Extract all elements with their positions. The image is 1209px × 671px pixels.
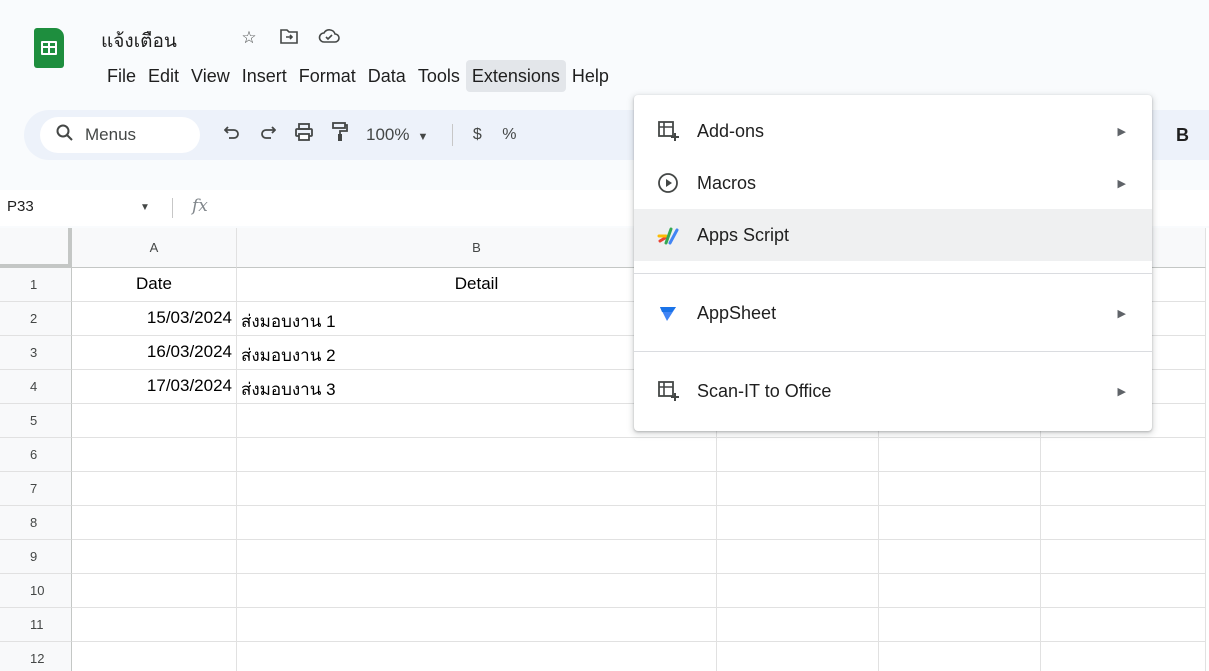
cell-a11[interactable] bbox=[72, 608, 237, 642]
cell-a12[interactable] bbox=[72, 642, 237, 671]
menu-divider bbox=[634, 351, 1152, 352]
search-icon bbox=[56, 124, 73, 146]
print-icon[interactable] bbox=[286, 123, 322, 147]
move-to-folder-icon[interactable] bbox=[278, 28, 300, 49]
row-header-6[interactable]: 6 bbox=[0, 438, 72, 472]
row-header-12[interactable]: 12 bbox=[0, 642, 72, 671]
cell-b9[interactable] bbox=[237, 540, 717, 574]
menu-item-add-ons[interactable]: Add-ons ▶ bbox=[634, 105, 1152, 157]
currency-format-button[interactable]: $ bbox=[465, 126, 489, 144]
menu-item-scan-it-to-office[interactable]: Scan-IT to Office ▶ bbox=[634, 365, 1152, 417]
name-box[interactable]: P33 bbox=[7, 198, 34, 215]
select-all-corner[interactable] bbox=[0, 228, 72, 268]
cell-b10[interactable] bbox=[237, 574, 717, 608]
star-icon[interactable]: ☆ bbox=[238, 28, 260, 49]
menu-format[interactable]: Format bbox=[293, 60, 362, 92]
chevron-down-icon: ▼ bbox=[417, 131, 429, 143]
redo-icon[interactable] bbox=[250, 124, 286, 147]
menu-edit[interactable]: Edit bbox=[142, 60, 185, 92]
fx-icon: fx bbox=[192, 196, 208, 216]
row-header-3[interactable]: 3 bbox=[0, 336, 72, 370]
cell-a3[interactable]: 16/03/2024 bbox=[72, 336, 237, 370]
menu-item-label: Scan-IT to Office bbox=[697, 380, 832, 401]
menu-view[interactable]: View bbox=[185, 60, 236, 92]
name-box-dropdown-icon[interactable]: ▼ bbox=[140, 202, 150, 213]
scan-it-addon-icon bbox=[655, 378, 681, 404]
cell-a1[interactable]: Date bbox=[72, 268, 237, 302]
formula-bar-divider bbox=[172, 198, 173, 218]
cell-a6[interactable] bbox=[72, 438, 237, 472]
cell-b6[interactable] bbox=[237, 438, 717, 472]
menu-extensions[interactable]: Extensions bbox=[465, 60, 566, 92]
submenu-arrow-icon: ▶ bbox=[1117, 385, 1126, 398]
title-actions: ☆ bbox=[238, 28, 340, 49]
menu-item-label: Add-ons bbox=[697, 120, 765, 141]
cell-a9[interactable] bbox=[72, 540, 237, 574]
menu-data[interactable]: Data bbox=[362, 60, 412, 92]
menu-item-label: Apps Script bbox=[697, 224, 790, 245]
toolbar-actions: 100% ▼ $ % bbox=[214, 110, 529, 160]
row-header-11[interactable]: 11 bbox=[0, 608, 72, 642]
toolbar-divider bbox=[452, 124, 454, 146]
submenu-arrow-icon: ▶ bbox=[1117, 307, 1126, 320]
column-header-a[interactable]: A bbox=[72, 228, 237, 268]
menu-help[interactable]: Help bbox=[566, 60, 615, 92]
row-header-5[interactable]: 5 bbox=[0, 404, 72, 438]
cell-a4[interactable]: 17/03/2024 bbox=[72, 370, 237, 404]
add-ons-icon bbox=[655, 118, 681, 144]
cell-b11[interactable] bbox=[237, 608, 717, 642]
search-menus-label: Menus bbox=[85, 125, 137, 144]
cell-b8[interactable] bbox=[237, 506, 717, 540]
row-header-9[interactable]: 9 bbox=[0, 540, 72, 574]
row-header-7[interactable]: 7 bbox=[0, 472, 72, 506]
menu-tools[interactable]: Tools bbox=[412, 60, 466, 92]
extensions-menu: Add-ons ▶ Macros ▶ Apps Script AppSheet … bbox=[634, 95, 1152, 431]
cell-a8[interactable] bbox=[72, 506, 237, 540]
document-title[interactable]: แจ้งเตือน bbox=[101, 26, 177, 56]
undo-icon[interactable] bbox=[214, 124, 250, 147]
row-header-10[interactable]: 10 bbox=[0, 574, 72, 608]
sheets-logo-icon[interactable] bbox=[34, 28, 64, 68]
menu-item-label: AppSheet bbox=[697, 302, 777, 323]
google-sheets-window: แจ้งเตือน ☆ File Edit View Insert Format… bbox=[0, 0, 1209, 671]
cloud-saved-icon[interactable] bbox=[318, 28, 340, 49]
menu-bar: File Edit View Insert Format Data Tools … bbox=[101, 60, 615, 92]
cell-a10[interactable] bbox=[72, 574, 237, 608]
cell-b12[interactable] bbox=[237, 642, 717, 671]
zoom-value: 100% bbox=[366, 125, 410, 144]
menu-divider bbox=[634, 273, 1152, 274]
zoom-select[interactable]: 100% ▼ bbox=[366, 125, 428, 145]
macros-play-icon bbox=[655, 170, 681, 196]
submenu-arrow-icon: ▶ bbox=[1117, 125, 1126, 138]
percent-format-button[interactable]: % bbox=[489, 126, 529, 144]
paint-format-icon[interactable] bbox=[322, 122, 358, 148]
row-header-8[interactable]: 8 bbox=[0, 506, 72, 540]
cell-b7[interactable] bbox=[237, 472, 717, 506]
menu-item-macros[interactable]: Macros ▶ bbox=[634, 157, 1152, 209]
appsheet-icon bbox=[655, 300, 681, 326]
row-header-4[interactable]: 4 bbox=[0, 370, 72, 404]
submenu-arrow-icon: ▶ bbox=[1117, 177, 1126, 190]
menu-item-appsheet[interactable]: AppSheet ▶ bbox=[634, 287, 1152, 339]
cell-a5[interactable] bbox=[72, 404, 237, 438]
menu-item-label: Macros bbox=[697, 172, 757, 193]
menu-insert[interactable]: Insert bbox=[236, 60, 293, 92]
search-menus-button[interactable]: Menus bbox=[40, 117, 200, 153]
menu-file[interactable]: File bbox=[101, 60, 142, 92]
cell-a7[interactable] bbox=[72, 472, 237, 506]
row-header-2[interactable]: 2 bbox=[0, 302, 72, 336]
row-header-1[interactable]: 1 bbox=[0, 268, 72, 302]
cell-a2[interactable]: 15/03/2024 bbox=[72, 302, 237, 336]
bold-button[interactable]: B bbox=[1176, 125, 1189, 146]
menu-item-apps-script[interactable]: Apps Script bbox=[634, 209, 1152, 261]
apps-script-icon bbox=[655, 222, 681, 248]
